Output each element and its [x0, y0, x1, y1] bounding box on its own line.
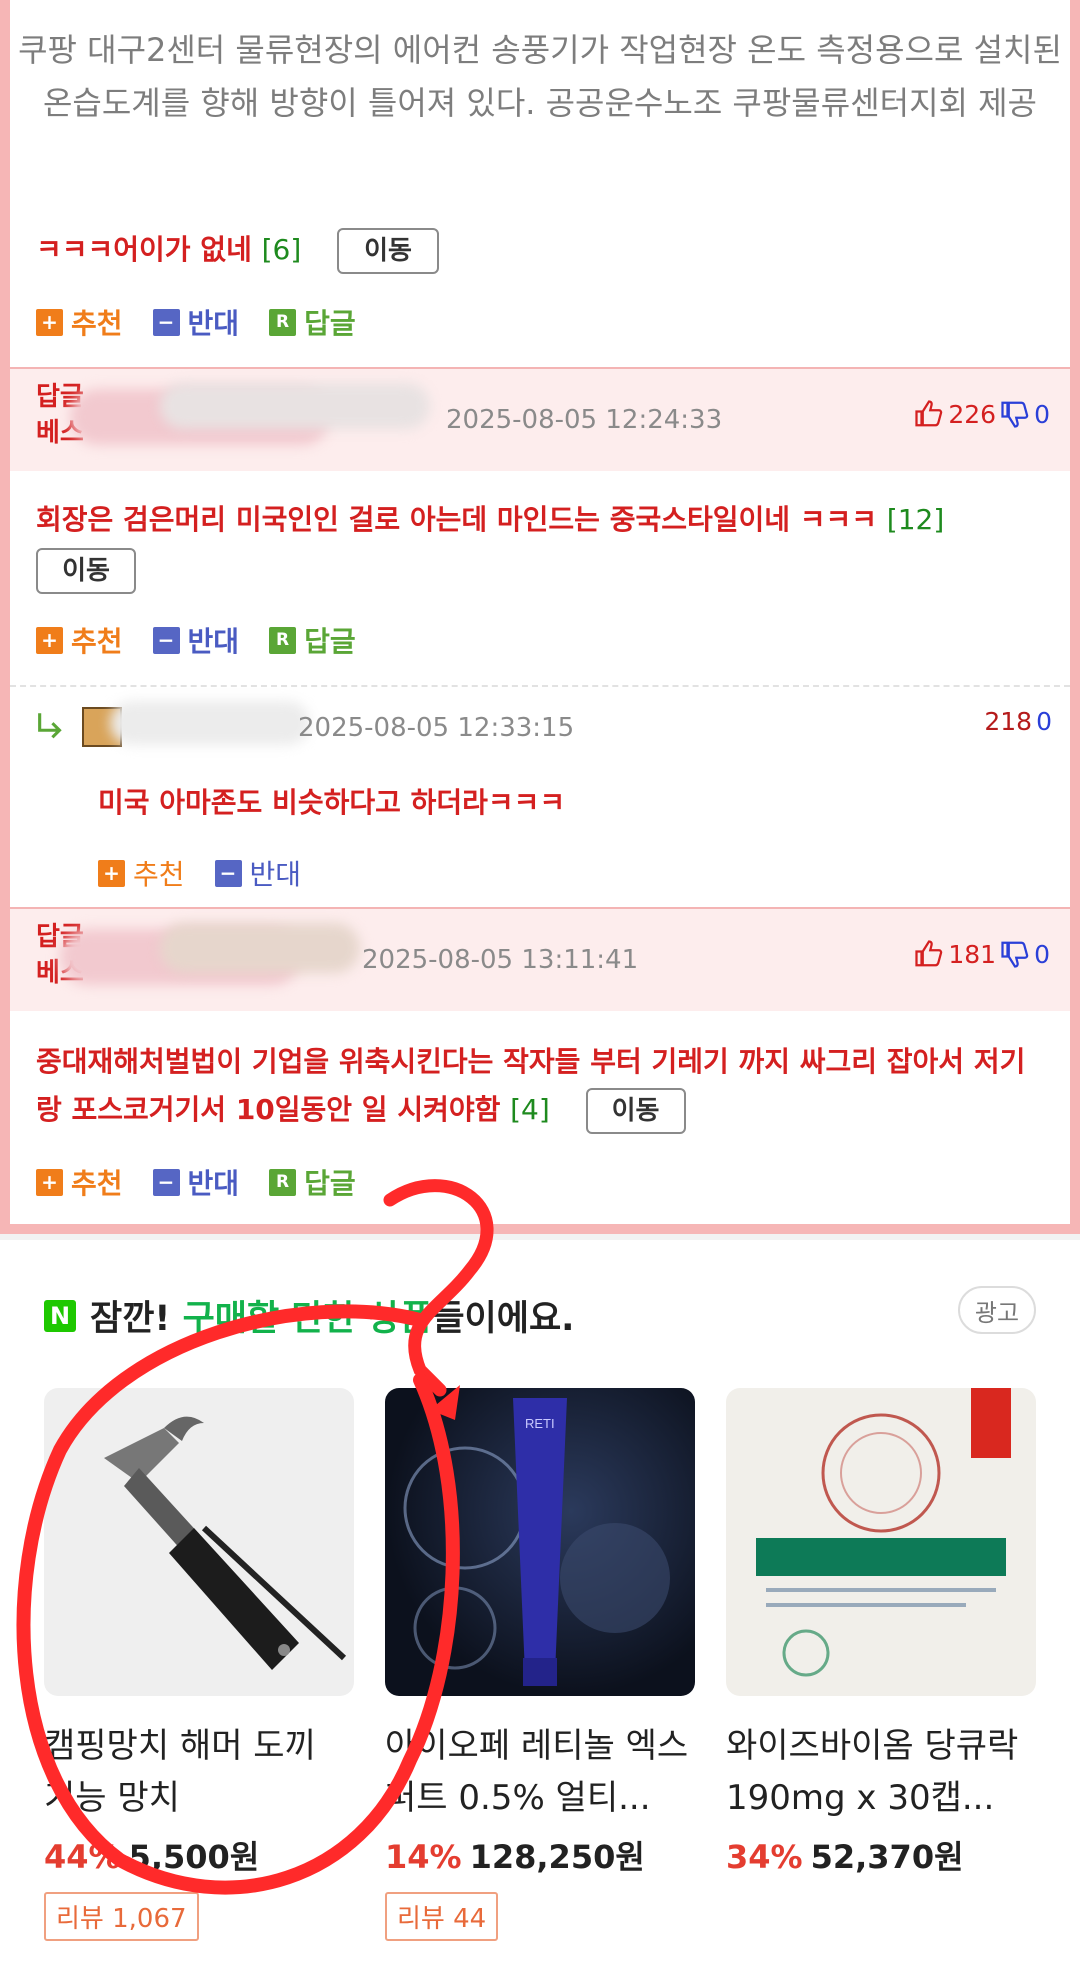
comment-4-header: 답글 베스 2025-08-05 13:11:41 181 0	[10, 907, 1070, 1011]
vote-counts: 218 0	[984, 707, 1052, 736]
comment-4: 중대재해처벌법이 기업을 위축시킨다는 작자들 부터 기레기 까지 싸그리 잡아…	[36, 1038, 1046, 1134]
thumbs-down-icon[interactable]	[1000, 939, 1030, 969]
ad-badge[interactable]: 광고	[958, 1286, 1036, 1334]
svg-text:RETI: RETI	[525, 1416, 555, 1431]
comment-panel-inner: 쿠팡 대구2센터 물류현장의 에어컨 송풍기가 작업현장 온도 측정용으로 설치…	[10, 0, 1070, 1224]
comment-1: ㅋㅋㅋ어이가 없네 [6] 이동	[36, 226, 440, 274]
comment-date: 2025-08-05 12:24:33	[446, 405, 723, 435]
move-button[interactable]: 이동	[337, 228, 440, 274]
discount: 14%	[385, 1838, 462, 1876]
reply-icon: R	[269, 1168, 297, 1196]
reply-button[interactable]: R 답글	[269, 302, 356, 342]
move-button[interactable]: 이동	[36, 548, 136, 594]
comment-2: 회장은 검은머리 미국인인 걸로 아는데 마인드는 중국스타일이네 ㅋㅋㅋ [1…	[36, 496, 1046, 594]
downvote-count: 0	[1034, 939, 1050, 969]
section-heading: N 잠깐! 구매할 만한 상품들이에요.	[44, 1290, 574, 1341]
comment-2-header: 답글 베스 2025-08-05 12:24:33 226 0	[10, 367, 1070, 471]
recommend-button[interactable]: + 추천	[98, 853, 185, 893]
blurred-avatar	[160, 383, 430, 429]
minus-icon: −	[152, 626, 180, 654]
upvote-count: 218	[984, 707, 1033, 736]
upvote-count: 181	[948, 939, 997, 969]
minus-icon: −	[152, 308, 180, 336]
comment-panel: 쿠팡 대구2센터 물류현장의 에어컨 송풍기가 작업현장 온도 측정용으로 설치…	[0, 0, 1080, 1234]
move-button[interactable]: 이동	[585, 1088, 686, 1134]
serum-image: RETI	[403, 1398, 670, 1686]
recommend-button[interactable]: + 추천	[36, 302, 123, 342]
reply-count[interactable]: [6]	[262, 233, 302, 266]
blurred-avatar	[160, 923, 360, 973]
review-count: 리뷰 1,067	[44, 1892, 199, 1941]
product-price: 14% 128,250원	[385, 1838, 645, 1876]
plus-icon: +	[36, 308, 63, 336]
reply-count[interactable]: [4]	[510, 1093, 550, 1126]
comment-date: 2025-08-05 13:11:41	[362, 945, 639, 975]
plus-icon: +	[98, 859, 125, 887]
blurred-username	[110, 701, 310, 745]
discount: 44%	[44, 1838, 121, 1876]
comment-text: 미국 아마존도 비슷하다고 하더라ㅋㅋㅋ	[98, 786, 566, 819]
probiotic-box-image	[756, 1388, 1011, 1677]
vote-counts: 181 0	[914, 939, 1050, 969]
comment-2-actions: + 추천 − 반대 R 답글	[36, 622, 356, 658]
hammer-image	[104, 1416, 347, 1670]
product-card[interactable]: 와이즈바이옴 당큐락 190mg x 30캡... 34% 52,370원	[726, 1388, 1036, 1878]
comment-3-actions: + 추천 − 반대	[98, 855, 301, 891]
recommend-button[interactable]: + 추천	[36, 620, 123, 660]
product-price: 34% 52,370원	[726, 1838, 964, 1876]
reply-icon: R	[269, 626, 297, 654]
product-card[interactable]: 캠핑망치 해머 도끼 기능 망치 44% 5,500원 리뷰 1,067	[44, 1388, 354, 1941]
product-image: RETI	[385, 1388, 695, 1696]
recommend-button[interactable]: + 추천	[36, 1162, 123, 1202]
plus-icon: +	[36, 1168, 63, 1196]
oppose-button[interactable]: − 반대	[214, 853, 301, 893]
oppose-button[interactable]: − 반대	[152, 1162, 239, 1202]
thumbs-up-icon[interactable]	[914, 399, 944, 429]
comment-1-actions: + 추천 − 반대 R 답글	[36, 304, 356, 340]
discount: 34%	[726, 1838, 803, 1876]
product-image	[726, 1388, 1036, 1696]
product-price: 44% 5,500원	[44, 1838, 260, 1876]
reply-button[interactable]: R 답글	[269, 620, 356, 660]
product-name: 캠핑망치 해머 도끼 기능 망치	[44, 1726, 316, 1818]
review-count: 리뷰 44	[385, 1892, 499, 1941]
reply-button[interactable]: R 답글	[269, 1162, 356, 1202]
plus-icon: +	[36, 626, 63, 654]
minus-icon: −	[152, 1168, 180, 1196]
comment-text: ㅋㅋㅋ어이가 없네	[36, 233, 252, 266]
comment-date: 2025-08-05 12:33:15	[298, 713, 575, 743]
reply-count[interactable]: [12]	[887, 503, 944, 536]
product-recommendations: N 잠깐! 구매할 만한 상품들이에요. 광고 캠핑망치 해머 도끼 기능 망치…	[0, 1240, 1080, 1977]
thumbs-down-icon[interactable]	[1000, 399, 1030, 429]
oppose-button[interactable]: − 반대	[152, 620, 239, 660]
thumbs-up-icon[interactable]	[914, 939, 944, 969]
vote-counts: 226 0	[914, 399, 1050, 429]
product-image	[44, 1388, 354, 1696]
oppose-button[interactable]: − 반대	[152, 302, 239, 342]
product-name: 아이오페 레티놀 엑스퍼트 0.5% 얼티...	[385, 1726, 689, 1818]
comment-3: 2025-08-05 12:33:15 218 0 미국 아마존도 비슷하다고 …	[10, 685, 1070, 907]
heading-text: 잠깐! 구매할 만한 상품들이에요.	[90, 1299, 575, 1339]
minus-icon: −	[214, 859, 242, 887]
comment-4-actions: + 추천 − 반대 R 답글	[36, 1164, 356, 1200]
product-card[interactable]: RETI 아이오페 레티놀 엑스퍼트 0.5% 얼티... 14% 128,250…	[385, 1388, 695, 1941]
photo-caption: 쿠팡 대구2센터 물류현장의 에어컨 송풍기가 작업현장 온도 측정용으로 설치…	[18, 31, 1062, 122]
reply-arrow-icon	[38, 713, 62, 739]
downvote-count: 0	[1034, 399, 1050, 429]
reply-icon: R	[269, 308, 297, 336]
upvote-count: 226	[948, 399, 997, 429]
naver-logo-icon: N	[44, 1299, 76, 1332]
comment-text: 회장은 검은머리 미국인인 걸로 아는데 마인드는 중국스타일이네 ㅋㅋㅋ	[36, 503, 878, 536]
downvote-count: 0	[1036, 707, 1052, 736]
product-name: 와이즈바이옴 당큐락 190mg x 30캡...	[726, 1726, 1019, 1818]
